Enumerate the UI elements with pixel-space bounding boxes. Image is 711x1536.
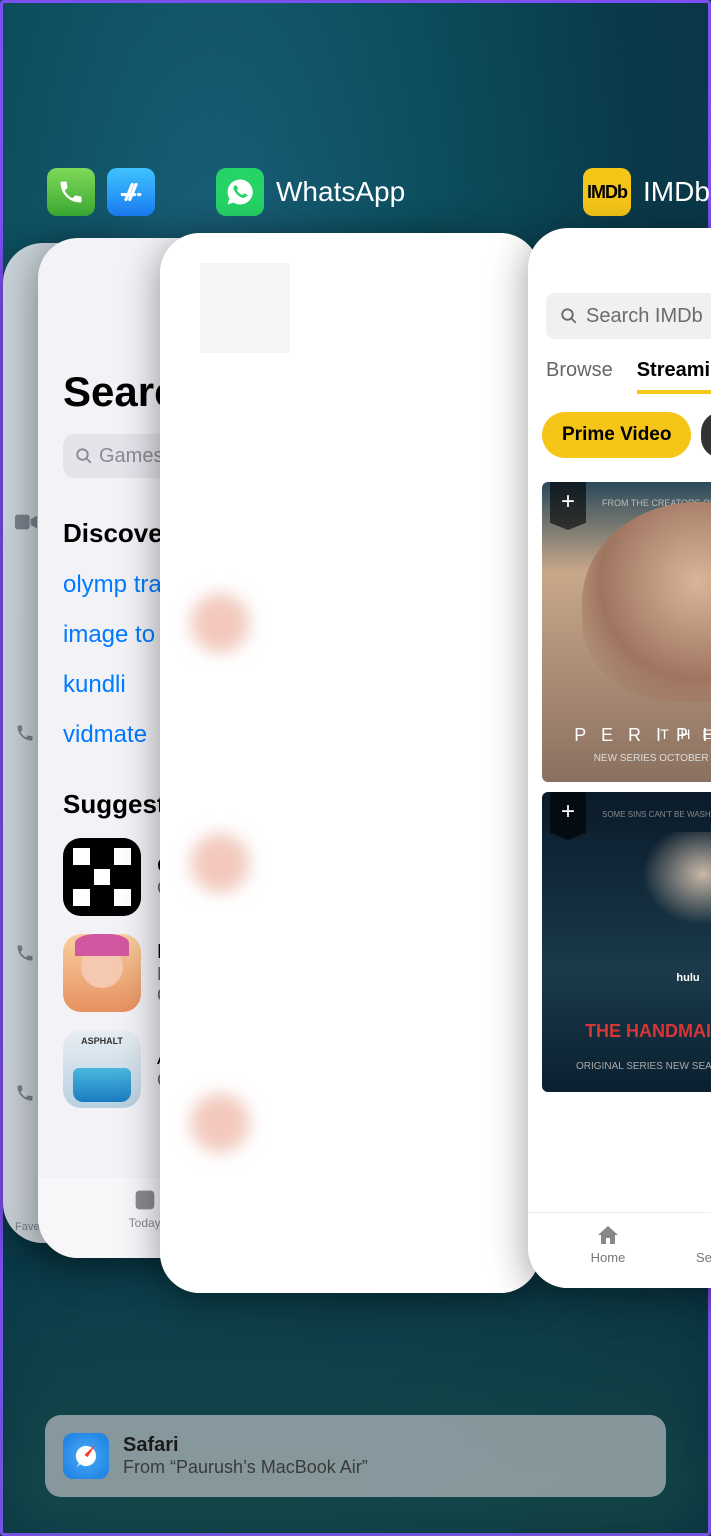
add-watchlist-icon[interactable]: +	[550, 482, 586, 530]
app-card-imdb[interactable]: Search IMDb Browse Streaming Prime Video…	[528, 228, 711, 1288]
appstore-app-icon	[107, 168, 155, 216]
whatsapp-label: WhatsApp	[276, 176, 405, 208]
streaming-chips: Prime Video N	[528, 394, 711, 476]
poster-art	[602, 832, 711, 972]
tab-browse[interactable]: Browse	[546, 359, 613, 394]
imdb-label: IMDb	[643, 176, 710, 208]
add-watchlist-icon[interactable]: +	[550, 792, 586, 840]
app-switcher-labels: WhatsApp IMDb IMDb	[3, 168, 708, 228]
poster-tagline: SOME SINS CAN'T BE WASHED AWAY	[602, 810, 711, 819]
app-card-whatsapp[interactable]	[160, 233, 540, 1293]
handoff-text: Safari From “Paurush’s MacBook Air”	[123, 1434, 368, 1478]
search-placeholder: Games	[99, 445, 163, 468]
chip-next[interactable]: N	[701, 412, 711, 458]
hulu-brand: hulu	[542, 972, 711, 984]
masha-app-icon	[63, 934, 141, 1012]
label-whatsapp: WhatsApp	[216, 168, 405, 216]
safari-icon	[63, 1433, 109, 1479]
poster-handmaids[interactable]: + SOME SINS CAN'T BE WASHED AWAY hulu TH…	[542, 792, 711, 1092]
label-imdb: IMDb IMDb	[583, 168, 710, 216]
imdb-tabs: Browse Streaming	[528, 339, 711, 394]
handoff-source: From “Paurush’s MacBook Air”	[123, 1457, 368, 1478]
nav-home[interactable]: Home	[528, 1213, 688, 1288]
chip-prime-video[interactable]: Prime Video	[542, 412, 691, 458]
label-phone-appstore	[47, 168, 155, 216]
imdb-app-icon: IMDb	[583, 168, 631, 216]
whatsapp-blurred-content	[160, 233, 540, 1293]
nav-search[interactable]: Search	[688, 1213, 711, 1288]
asphalt-app-icon: ASPHALT	[63, 1030, 141, 1108]
tab-streaming[interactable]: Streaming	[637, 359, 711, 394]
chess-app-icon	[63, 838, 141, 916]
poster-peripheral[interactable]: + FROM THE CREATORS OF WESTWORLD T H E P…	[542, 482, 711, 782]
poster-art	[582, 502, 711, 702]
poster-subtitle: NEW SERIES OCTOBER 21 | prime video	[542, 753, 711, 764]
poster-subtitle: ORIGINAL SERIES NEW SEASON SEPT 14 hulu	[542, 1061, 711, 1072]
outgoing-call-icon	[15, 723, 35, 749]
poster-title: THE HANDMAID'S TALE	[542, 1021, 711, 1042]
outgoing-call-icon	[15, 1083, 35, 1109]
video-call-icon	[15, 513, 37, 536]
search-icon	[560, 307, 578, 325]
imdb-search-placeholder: Search IMDb	[586, 305, 703, 328]
imdb-bottom-nav: Home Search	[528, 1212, 711, 1288]
outgoing-call-icon	[15, 943, 35, 969]
favorites-tab[interactable]: Fave	[15, 1221, 39, 1233]
home-icon	[596, 1223, 620, 1247]
imdb-search-input[interactable]: Search IMDb	[546, 293, 711, 339]
poster-title: P E R I P H E R A	[542, 725, 711, 746]
handoff-banner[interactable]: Safari From “Paurush’s MacBook Air”	[45, 1415, 666, 1497]
whatsapp-app-icon	[216, 168, 264, 216]
handoff-app: Safari	[123, 1434, 368, 1457]
phone-app-icon	[47, 168, 95, 216]
